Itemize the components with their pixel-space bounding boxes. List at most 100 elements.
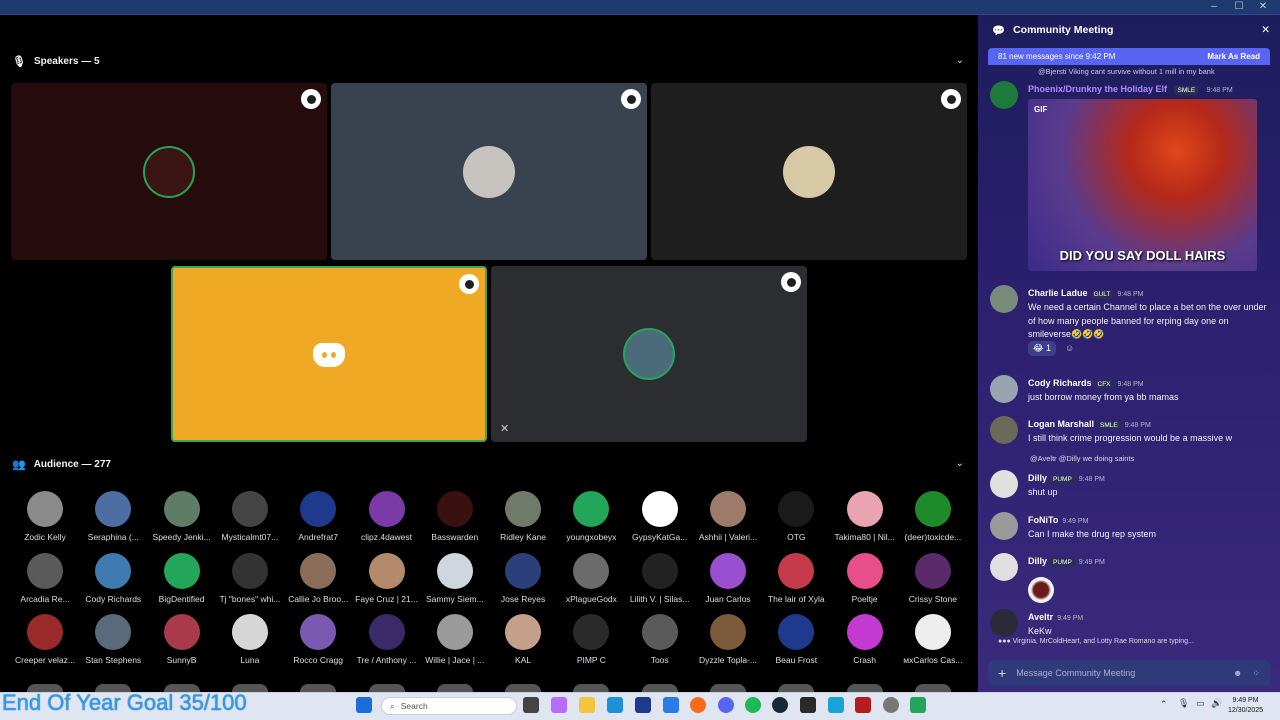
user-avatar[interactable] xyxy=(990,553,1018,581)
valorant-icon[interactable] xyxy=(855,697,871,713)
copilot-icon[interactable] xyxy=(551,697,567,713)
maximize-button[interactable]: ☐ xyxy=(1230,1,1248,12)
emoji-icon[interactable]: ☻ xyxy=(1233,668,1242,678)
apps-icon[interactable]: ⁘ xyxy=(1252,668,1260,679)
audience-member[interactable]: мxCarlos Cas... xyxy=(899,614,967,665)
tray-chevron-icon[interactable]: ⌃ xyxy=(1160,699,1168,710)
audience-avatar-partial[interactable] xyxy=(436,684,473,692)
audience-avatar-partial[interactable] xyxy=(914,684,951,692)
audience-member[interactable]: Creeper velaz... xyxy=(11,614,79,665)
message-author[interactable]: FoNiTo xyxy=(1028,515,1058,525)
user-avatar[interactable] xyxy=(990,512,1018,540)
audience-member[interactable]: Basswarden xyxy=(421,491,489,542)
audience-member[interactable]: Beau Frost xyxy=(762,614,830,665)
audience-member[interactable]: Andrefrat7 xyxy=(284,491,352,542)
audience-member[interactable]: PIMP C xyxy=(557,614,625,665)
audience-member[interactable]: Arcadia Re... xyxy=(11,552,79,604)
audience-member[interactable]: Juan Carlos xyxy=(694,552,762,604)
audience-member[interactable]: Tj "bones" whi... xyxy=(216,552,284,604)
xbox-icon[interactable] xyxy=(800,697,816,713)
audience-header[interactable]: 👥 Audience — 277 xyxy=(12,458,111,471)
user-avatar[interactable] xyxy=(990,470,1018,498)
message-author[interactable]: Dilly xyxy=(1028,473,1047,483)
audience-member[interactable]: Tre / Anthony ... xyxy=(353,614,421,665)
edge-icon[interactable] xyxy=(607,697,623,713)
speaker-tile[interactable] xyxy=(11,83,327,260)
audience-avatar-partial[interactable] xyxy=(846,684,883,692)
spotify-icon[interactable] xyxy=(745,697,761,713)
reaction-laugh[interactable]: 😂 1 xyxy=(1028,341,1057,356)
message-author[interactable]: Charlie Ladue xyxy=(1028,288,1088,298)
audience-member[interactable]: xPlagueGodx xyxy=(557,552,625,604)
message-author[interactable]: Aveltr xyxy=(1028,612,1053,622)
tile-options-icon[interactable] xyxy=(781,272,801,292)
audience-member[interactable]: Takima80 | Nil... xyxy=(831,491,899,542)
audience-member[interactable]: (deer)toxicde... xyxy=(899,491,967,542)
speaker-tile[interactable]: ✕ xyxy=(491,266,807,442)
audience-member[interactable]: KAL xyxy=(489,614,557,665)
reply-preview[interactable]: @Bjersti Viking cant survive without 1 m… xyxy=(1038,67,1215,76)
audience-member[interactable]: Mysticalmt07... xyxy=(216,491,284,542)
user-avatar[interactable] xyxy=(990,609,1018,637)
audience-member[interactable]: Lilith V. | Silas... xyxy=(626,552,694,604)
file-explorer-icon[interactable] xyxy=(579,697,595,713)
audience-member[interactable]: Callie Jo Broo... xyxy=(284,552,352,604)
speaker-tile[interactable] xyxy=(651,83,967,260)
add-attachment-icon[interactable]: + xyxy=(998,665,1006,681)
add-reaction-icon[interactable]: ☺ xyxy=(1062,341,1077,356)
audience-member[interactable]: The lair of Xyla xyxy=(762,552,830,604)
collapse-speakers-chevron-icon[interactable]: ⌄ xyxy=(956,55,964,66)
audience-member[interactable]: Ashhii | Valeri... xyxy=(694,491,762,542)
taskbar-clock[interactable]: 9:49 PM 12/30/2025 xyxy=(1228,696,1263,716)
audience-member[interactable]: Luna xyxy=(216,614,284,665)
firefox-icon[interactable] xyxy=(690,697,706,713)
audience-member[interactable]: OTG xyxy=(762,491,830,542)
steam-icon[interactable] xyxy=(772,697,788,713)
image-attachment[interactable] xyxy=(1028,577,1054,603)
message-composer[interactable]: + Message Community Meeting ☻ ⁘ xyxy=(988,660,1270,686)
audience-member[interactable]: Jose Reyes xyxy=(489,552,557,604)
audience-member[interactable]: clipz.4dawest xyxy=(353,491,421,542)
speaker-tile[interactable] xyxy=(331,83,647,260)
windows-start-icon[interactable] xyxy=(356,697,372,713)
close-chat-icon[interactable]: ✕ xyxy=(1261,24,1270,36)
audience-avatar-partial[interactable] xyxy=(778,684,815,692)
audience-member[interactable]: Crissy Stone xyxy=(899,552,967,604)
volume-icon[interactable]: 🔊 xyxy=(1211,698,1222,709)
tile-options-icon[interactable] xyxy=(621,89,641,109)
audience-avatar-partial[interactable] xyxy=(710,684,746,692)
task-view-icon[interactable] xyxy=(523,697,539,713)
audience-member[interactable]: Crash xyxy=(831,614,899,665)
microphone-tray-icon[interactable]: 🎙 xyxy=(1178,698,1189,709)
reply-preview[interactable]: @Aveltr @Dilly we doing saints xyxy=(1030,454,1134,463)
minimize-button[interactable]: – xyxy=(1205,1,1223,12)
close-window-button[interactable]: ✕ xyxy=(1254,1,1272,12)
audience-member[interactable]: SunnyB xyxy=(148,614,216,665)
audience-member[interactable]: Faye Cruz | 21... xyxy=(353,552,421,604)
discord-taskbar-icon[interactable] xyxy=(718,697,734,713)
audience-member[interactable]: Zodic Kelly xyxy=(11,491,79,542)
network-icon[interactable]: ▭ xyxy=(1196,698,1205,709)
audience-member[interactable]: Rocco Cragg xyxy=(284,614,352,665)
tile-options-icon[interactable] xyxy=(459,274,479,294)
message-author[interactable]: Logan Marshall xyxy=(1028,419,1094,429)
collapse-audience-chevron-icon[interactable]: ⌄ xyxy=(956,458,964,469)
audience-member[interactable]: Poeltje xyxy=(831,552,899,604)
audience-member[interactable]: GypsyKatGa... xyxy=(626,491,694,542)
audience-avatar-partial[interactable] xyxy=(641,684,678,692)
audience-member[interactable]: Sammy Siem... xyxy=(421,552,489,604)
gif-image[interactable]: GIF DID YOU SAY DOLL HAIRS xyxy=(1028,99,1257,271)
audience-member[interactable]: Dyzzle Topla-... xyxy=(694,614,762,665)
message-author[interactable]: Cody Richards xyxy=(1028,378,1092,388)
mail-icon[interactable] xyxy=(663,697,679,713)
audience-member[interactable]: Cody Richards xyxy=(79,552,147,604)
audience-avatar-partial[interactable] xyxy=(300,684,337,692)
message-author[interactable]: Dilly xyxy=(1028,556,1047,566)
settings-gear-icon[interactable] xyxy=(883,697,899,713)
user-avatar[interactable] xyxy=(990,416,1018,444)
user-avatar[interactable] xyxy=(990,81,1018,109)
tile-options-icon[interactable] xyxy=(941,89,961,109)
audience-member[interactable]: youngxobeyx xyxy=(557,491,625,542)
notepad-icon[interactable] xyxy=(828,697,844,713)
speaker-tile-speaking[interactable] xyxy=(171,266,487,442)
